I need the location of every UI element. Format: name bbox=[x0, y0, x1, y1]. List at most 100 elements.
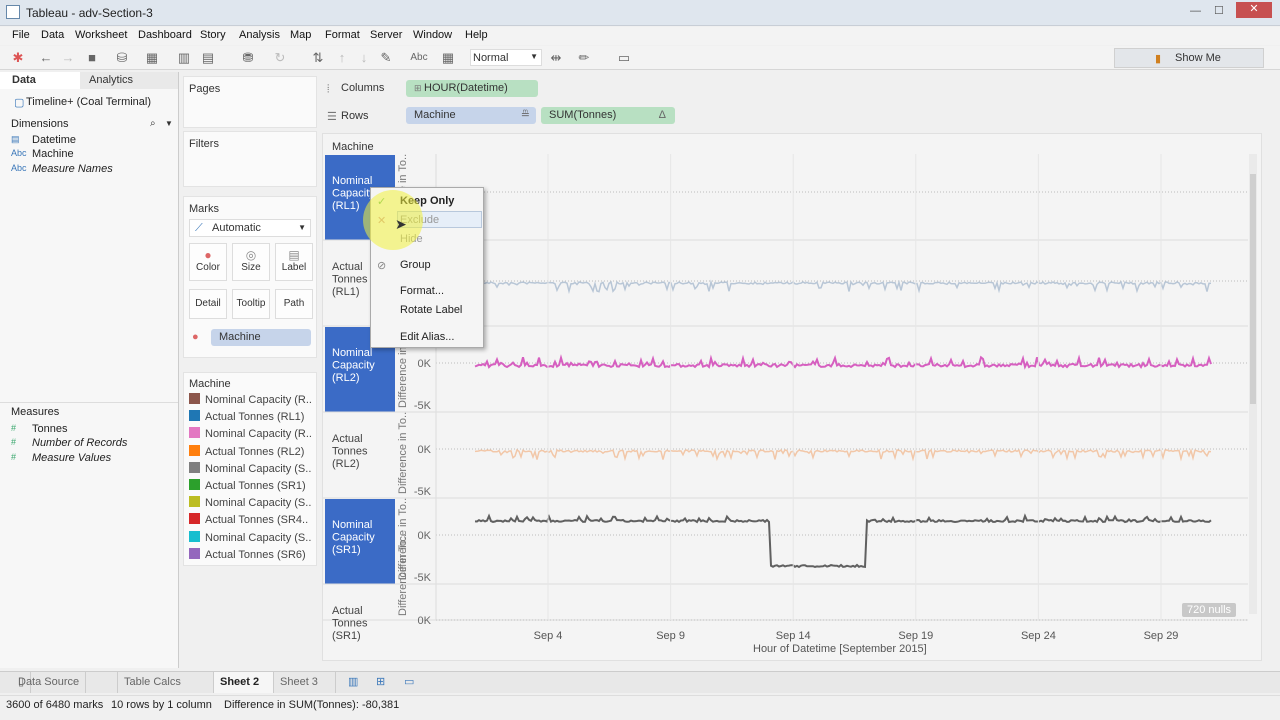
scrollbar-thumb[interactable] bbox=[1250, 174, 1256, 404]
rows-icon: ☰ bbox=[327, 111, 337, 123]
refresh-icon[interactable]: ↻ bbox=[272, 50, 288, 66]
menu-format[interactable]: Format bbox=[325, 29, 360, 41]
label-button[interactable]: ▤ Label bbox=[275, 243, 313, 281]
new-dashboard-icon[interactable]: ⊞ bbox=[370, 672, 391, 693]
close-icon[interactable]: ✕ bbox=[1236, 2, 1272, 18]
search-icon[interactable]: ⌕ bbox=[150, 118, 156, 129]
calendar-icon: ▤ bbox=[11, 134, 20, 144]
legend-item[interactable]: Nominal Capacity (R.. bbox=[189, 427, 312, 440]
back-icon[interactable]: ← bbox=[38, 50, 54, 66]
dimensions-menu-icon[interactable]: ▼ bbox=[165, 119, 173, 128]
filters-shelf[interactable]: Filters bbox=[183, 131, 317, 187]
clear-sheet-icon[interactable]: ▤ bbox=[200, 50, 216, 66]
menu-window[interactable]: Window bbox=[413, 29, 452, 41]
legend-item[interactable]: Nominal Capacity (S.. bbox=[189, 530, 311, 544]
tab-data[interactable]: Data bbox=[0, 72, 80, 89]
columns-pill-hour-datetime[interactable]: ⊞ HOUR(Datetime) bbox=[406, 80, 538, 97]
number-icon: # bbox=[11, 423, 17, 433]
detail-button[interactable]: Detail bbox=[189, 289, 227, 319]
machine-pill[interactable]: Machine bbox=[211, 329, 311, 346]
pages-shelf[interactable]: Pages bbox=[183, 76, 317, 128]
menu-item-group[interactable]: Group bbox=[400, 259, 431, 271]
tab-analytics[interactable]: Analytics bbox=[80, 72, 178, 89]
menu-map[interactable]: Map bbox=[290, 29, 311, 41]
menu-analysis[interactable]: Analysis bbox=[239, 29, 280, 41]
pause-updates-icon[interactable]: ⛃ bbox=[240, 50, 256, 66]
nulls-indicator[interactable]: 720 nulls bbox=[1182, 603, 1237, 617]
field-datetime[interactable]: ▤ Datetime bbox=[11, 134, 76, 146]
menu-item-rotate-label[interactable]: Rotate Label bbox=[400, 304, 462, 316]
color-button[interactable]: ● Color bbox=[189, 243, 227, 281]
maximize-icon[interactable]: ☐ bbox=[1214, 4, 1224, 17]
string-icon: Abc bbox=[11, 163, 27, 173]
field-measure-names[interactable]: Abc Measure Names bbox=[11, 163, 113, 175]
field-measure-values[interactable]: # Measure Values bbox=[11, 452, 111, 464]
cards-column: Pages Filters Marks ⟋ Automatic ▼ ● Color… bbox=[183, 72, 319, 668]
legend-item[interactable]: Actual Tonnes (SR4.. bbox=[189, 513, 308, 526]
legend-swatch bbox=[189, 410, 200, 422]
legend-swatch bbox=[189, 496, 200, 508]
menu-file[interactable]: File bbox=[12, 29, 30, 41]
menu-server[interactable]: Server bbox=[370, 29, 402, 41]
tab-data-source[interactable]: ▯ Data Source bbox=[6, 672, 118, 693]
menu-data[interactable]: Data bbox=[41, 29, 64, 41]
tableau-start-icon[interactable]: ✱ bbox=[10, 50, 26, 66]
legend-item[interactable]: Actual Tonnes (RL2) bbox=[189, 444, 304, 458]
legend-item[interactable]: Nominal Capacity (R.. bbox=[189, 393, 312, 406]
menu-help[interactable]: Help bbox=[465, 29, 488, 41]
field-tonnes[interactable]: # Tonnes bbox=[11, 423, 67, 435]
rows-pill-sum-tonnes[interactable]: SUM(Tonnes) Δ bbox=[541, 107, 675, 124]
new-worksheet-icon[interactable]: ▥ bbox=[342, 672, 364, 693]
rows-pill-machine[interactable]: Machine ≞ bbox=[406, 107, 536, 124]
menu-item-format[interactable]: Format... bbox=[400, 285, 444, 297]
mark-type-select[interactable]: ⟋ Automatic ▼ bbox=[189, 219, 311, 237]
minimize-icon[interactable]: — bbox=[1190, 5, 1201, 17]
new-worksheet-icon[interactable]: ▦ bbox=[144, 50, 160, 66]
legend-item[interactable]: Actual Tonnes (SR6) bbox=[189, 547, 306, 561]
menu-story[interactable]: Story bbox=[200, 29, 226, 41]
tab-sheet-3[interactable]: Sheet 3 bbox=[274, 672, 336, 693]
fit-icon[interactable]: ▦ bbox=[440, 50, 456, 66]
presentation-icon[interactable]: ▭ bbox=[616, 50, 632, 66]
x-tick-label: Sep 19 bbox=[898, 630, 933, 642]
save-icon[interactable]: ■ bbox=[84, 50, 100, 66]
legend-item[interactable]: Actual Tonnes (RL1) bbox=[189, 410, 304, 423]
row-header-line: Tonnes bbox=[332, 618, 368, 630]
forward-icon[interactable]: → bbox=[60, 50, 76, 66]
menu-dashboard[interactable]: Dashboard bbox=[138, 29, 192, 41]
highlight-icon[interactable]: ✏ bbox=[576, 50, 592, 66]
field-number-of-records[interactable]: # Number of Records bbox=[11, 437, 127, 449]
legend-item[interactable]: Actual Tonnes (SR1) bbox=[189, 479, 306, 492]
menu-worksheet[interactable]: Worksheet bbox=[75, 29, 127, 41]
pages-label: Pages bbox=[189, 83, 221, 95]
menu-item-edit-alias[interactable]: Edit Alias... bbox=[400, 331, 454, 343]
sort-asc-icon[interactable]: ↑ bbox=[334, 50, 350, 66]
view-size-select[interactable]: Normal ▼ bbox=[470, 49, 542, 66]
tooltip-button[interactable]: Tooltip bbox=[232, 289, 270, 319]
show-me-button[interactable]: ▮ Show Me bbox=[1114, 48, 1264, 68]
path-button[interactable]: Path bbox=[275, 289, 313, 319]
field-machine[interactable]: Abc Machine bbox=[11, 148, 74, 160]
legend-item[interactable]: Nominal Capacity (S.. bbox=[189, 496, 311, 509]
duplicate-sheet-icon[interactable]: ▥ bbox=[176, 50, 192, 66]
swap-icon[interactable]: ⇅ bbox=[310, 50, 326, 66]
group-paperclip-icon[interactable]: ✎ bbox=[378, 50, 394, 66]
fix-axes-icon[interactable]: ⇹ bbox=[548, 50, 564, 66]
status-dims: 10 rows by 1 column bbox=[111, 699, 212, 711]
row-header-line: Actual bbox=[332, 261, 363, 273]
sort-desc-icon[interactable]: ↓ bbox=[356, 50, 372, 66]
row-header-line: Capacity bbox=[332, 360, 375, 372]
color-pill-machine[interactable]: ● Machine bbox=[189, 329, 311, 347]
datasource-name[interactable]: Timeline+ (Coal Terminal) bbox=[26, 96, 151, 108]
size-button[interactable]: ◎ Size bbox=[232, 243, 270, 281]
tab-sheet-2[interactable]: Sheet 2 bbox=[214, 672, 274, 693]
new-story-icon[interactable]: ▭ bbox=[398, 672, 420, 693]
row-header-line: Nominal bbox=[332, 519, 372, 531]
new-datasource-icon[interactable]: ⛁ bbox=[114, 50, 130, 66]
legend-item[interactable]: Nominal Capacity (S.. bbox=[189, 461, 311, 475]
field-label: Measure Values bbox=[32, 452, 112, 464]
tab-table-calcs-testing[interactable]: Table Calcs Testing bbox=[118, 672, 214, 709]
x-axis-title: Hour of Datetime [September 2015] bbox=[753, 643, 927, 655]
color-icon: ● bbox=[204, 248, 212, 262]
show-labels-icon[interactable]: Abc bbox=[408, 50, 430, 66]
